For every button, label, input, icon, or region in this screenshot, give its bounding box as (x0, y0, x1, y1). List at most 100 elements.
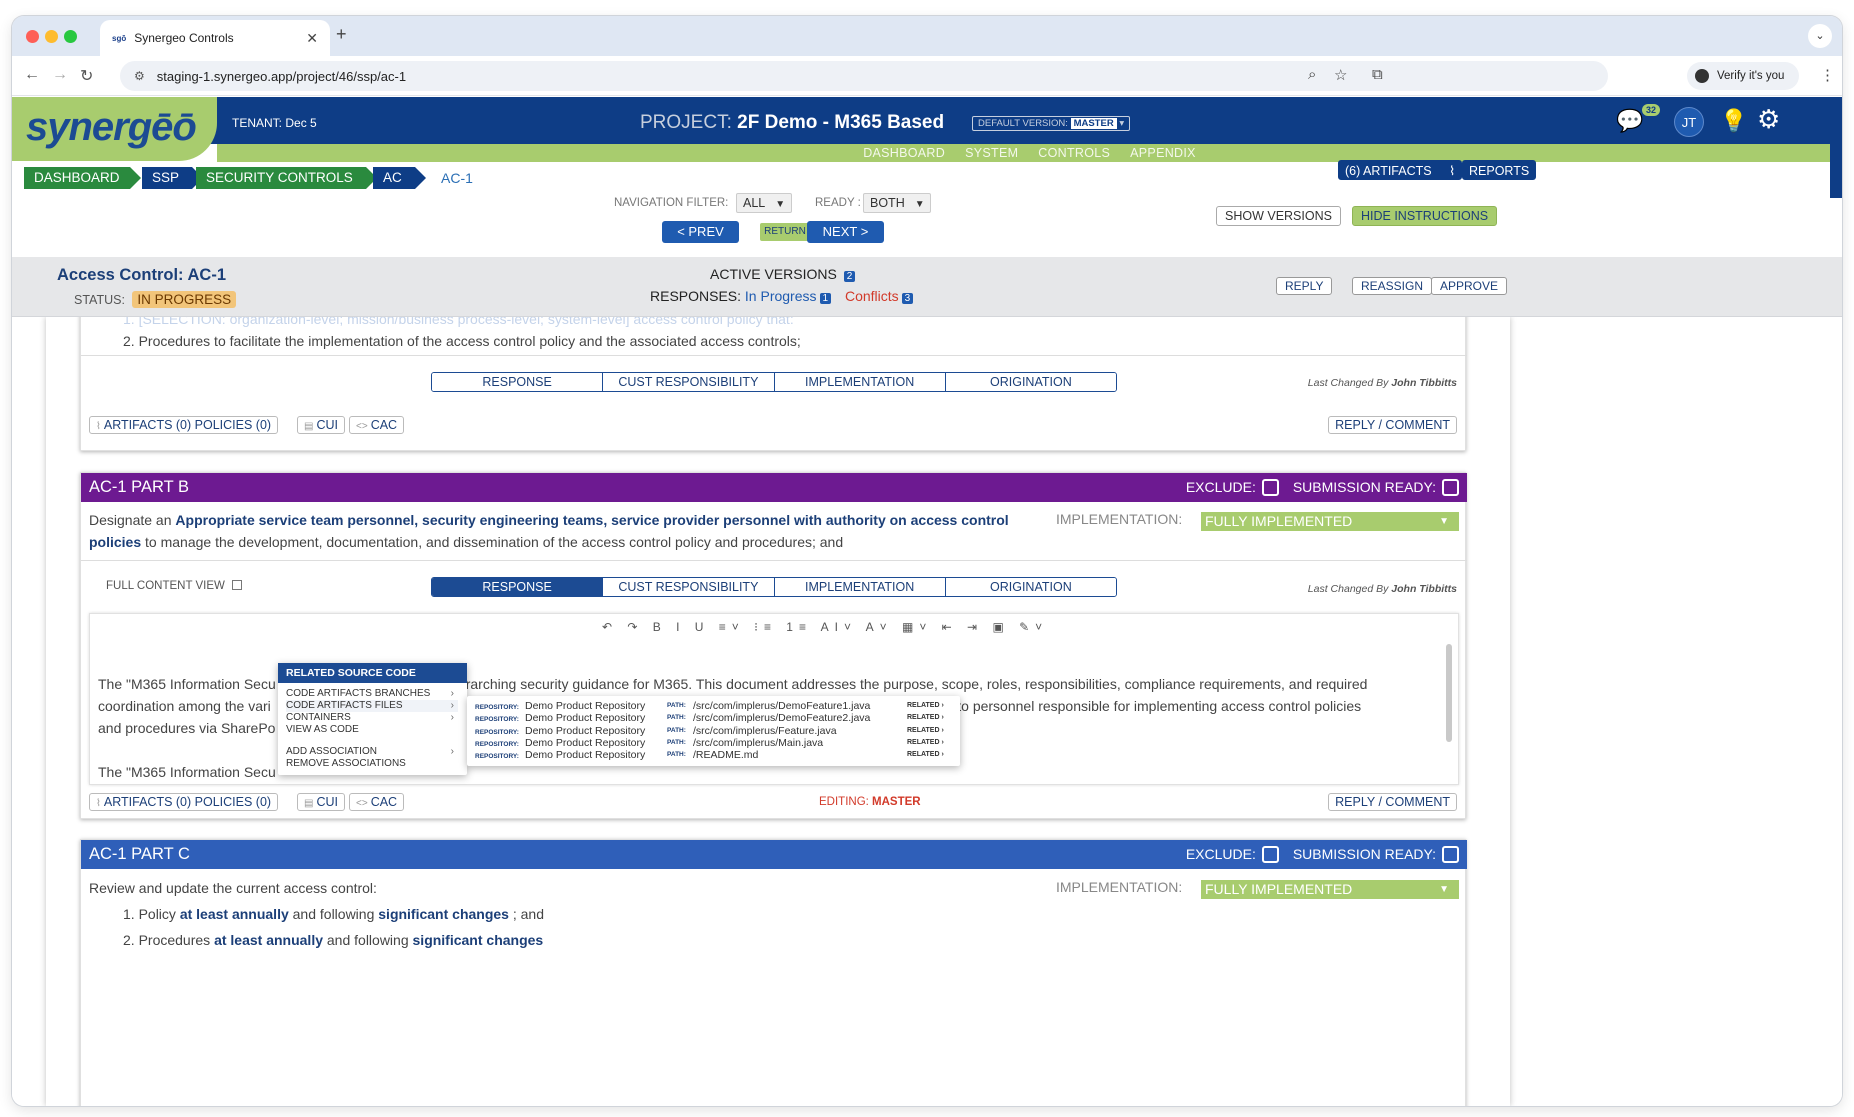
site-info-icon[interactable]: ⚙ (134, 69, 145, 83)
maximize-window-icon[interactable] (64, 30, 77, 43)
subnav-dashboard[interactable]: DASHBOARD (863, 144, 945, 162)
synergeo-logo[interactable]: synergēō (26, 105, 197, 150)
user-avatar[interactable]: JT (1674, 107, 1704, 137)
tab-origination[interactable]: ORIGINATION (945, 373, 1116, 391)
browser-tab[interactable]: sgō Synergeo Controls ✕ (100, 20, 330, 56)
event-parameter[interactable]: significant changes (413, 932, 544, 948)
tab-cust-responsibility[interactable]: CUST RESPONSIBILITY (603, 373, 775, 391)
gear-icon[interactable]: ⚙ (1757, 104, 1780, 135)
breadcrumb-ssp[interactable]: SSP (142, 167, 203, 189)
approve-button[interactable]: APPROVE (1431, 277, 1508, 295)
exclude-checkbox[interactable] (1261, 846, 1279, 863)
related-link[interactable]: RELATED › (907, 737, 944, 749)
close-window-icon[interactable] (26, 30, 39, 43)
reassign-button[interactable]: REASSIGN (1352, 277, 1433, 295)
related-link[interactable]: RELATED › (907, 725, 944, 737)
prev-button[interactable]: < PREV (662, 221, 739, 243)
browser-menu-icon[interactable]: ⋮ (1820, 66, 1835, 84)
hide-instructions-button[interactable]: HIDE INSTRUCTIONS (1352, 206, 1498, 226)
related-link[interactable]: RELATED › (907, 749, 944, 761)
tab-response[interactable]: RESPONSE (432, 578, 604, 596)
subnav-controls[interactable]: CONTROLS (1038, 144, 1110, 162)
menu-item-remove-associations[interactable]: REMOVE ASSOCIATIONS (286, 758, 458, 770)
cui-chip[interactable]: ▤ CUI (297, 793, 345, 811)
breadcrumb-ac[interactable]: AC (373, 167, 426, 189)
tab-response[interactable]: RESPONSE (432, 373, 604, 391)
exclude-label: EXCLUDE: (1185, 479, 1256, 495)
full-content-view-checkbox[interactable] (232, 580, 243, 590)
artifacts-policies-chip[interactable]: ⌇ ARTIFACTS (0) POLICIES (0) (89, 793, 279, 811)
path-label: PATH: (667, 739, 686, 746)
tab-implementation[interactable]: IMPLEMENTATION (774, 373, 946, 391)
ready-select[interactable]: BOTH ▼ (863, 193, 931, 213)
related-link[interactable]: RELATED › (907, 700, 944, 712)
show-versions-button[interactable]: SHOW VERSIONS (1216, 206, 1341, 226)
browser-window: sgō Synergeo Controls ✕ + ⌄ ← → ↻ ⚙ stag… (12, 16, 1842, 1106)
address-bar[interactable]: ⚙ staging-1.synergeo.app/project/46/ssp/… (120, 61, 1608, 91)
reply-comment-button[interactable]: REPLY / COMMENT (1328, 793, 1457, 811)
return-button[interactable]: RETURN (760, 223, 810, 241)
zoom-icon[interactable]: ⌕ (1308, 66, 1316, 83)
active-versions-count: 2 (843, 271, 856, 282)
frequency-parameter[interactable]: at least annually (180, 906, 289, 922)
frequency-parameter[interactable]: at least annually (214, 932, 323, 948)
file-row[interactable]: REPOSITORY: Demo Product Repository PATH: /… (475, 700, 955, 712)
subnav-appendix[interactable]: APPENDIX (1130, 144, 1196, 162)
cac-label: CAC (370, 795, 398, 809)
implementation-select[interactable]: FULLY IMPLEMENTED ▼ (1201, 880, 1459, 899)
menu-item-view-as-code[interactable]: VIEW AS CODE (286, 724, 458, 736)
tab-search-icon[interactable]: ⌄ (1808, 24, 1832, 48)
default-version-select[interactable]: DEFAULT VERSION: MASTER ▾ (972, 116, 1131, 131)
in-progress-link[interactable]: In Progress (745, 288, 817, 304)
menu-item-containers[interactable]: CONTAINERS › (286, 712, 458, 724)
extensions-icon[interactable]: ⧉ (1372, 66, 1383, 83)
menu-item-code-artifacts-branches[interactable]: CODE ARTIFACTS BRANCHES › (286, 688, 458, 700)
event-parameter[interactable]: significant changes (378, 906, 509, 922)
submission-ready-checkbox[interactable] (1442, 479, 1459, 496)
file-row[interactable]: REPOSITORY: Demo Product Repository PATH: /… (475, 725, 955, 737)
chat-icon[interactable]: 💬 (1616, 108, 1643, 134)
bookmark-star-icon[interactable]: ☆ (1334, 66, 1347, 84)
navigation-filter-select[interactable]: ALL ▼ (736, 193, 792, 213)
menu-item-label: ADD ASSOCIATION (286, 746, 377, 757)
reply-button[interactable]: REPLY (1276, 277, 1333, 295)
reply-comment-button[interactable]: REPLY / COMMENT (1328, 416, 1457, 434)
file-row[interactable]: REPOSITORY: Demo Product Repository PATH: /… (475, 737, 955, 749)
reports-button[interactable]: REPORTS (1462, 160, 1537, 180)
breadcrumb-dashboard[interactable]: DASHBOARD (24, 167, 141, 189)
cui-chip[interactable]: ▤ CUI (297, 416, 345, 434)
subnav-system[interactable]: SYSTEM (965, 144, 1018, 162)
tab-cust-responsibility[interactable]: CUST RESPONSIBILITY (603, 578, 775, 596)
minimize-window-icon[interactable] (45, 30, 58, 43)
back-icon[interactable]: ← (24, 66, 40, 84)
active-versions[interactable]: ACTIVE VERSIONS 2 (710, 266, 856, 282)
cac-chip[interactable]: <> CAC (349, 793, 405, 811)
artifacts-button[interactable]: (6) ARTIFACTS ⌇ (1338, 160, 1463, 180)
file-row[interactable]: REPOSITORY: Demo Product Repository PATH: /… (475, 749, 955, 761)
tab-implementation[interactable]: IMPLEMENTATION (774, 578, 946, 596)
conflicts-link[interactable]: Conflicts (845, 288, 899, 304)
cac-chip[interactable]: <> CAC (349, 416, 405, 434)
tab-origination[interactable]: ORIGINATION (945, 578, 1116, 596)
close-tab-icon[interactable]: ✕ (306, 30, 318, 47)
related-link[interactable]: RELATED › (907, 712, 944, 724)
reload-icon[interactable]: ↻ (80, 66, 93, 86)
breadcrumb-security-controls[interactable]: SECURITY CONTROLS (196, 167, 377, 189)
menu-item-code-artifacts-files[interactable]: CODE ARTIFACTS FILES › (286, 700, 458, 712)
implementation-select[interactable]: FULLY IMPLEMENTED ▼ (1201, 512, 1459, 531)
submission-ready-checkbox[interactable] (1442, 846, 1459, 863)
new-tab-icon[interactable]: + (336, 24, 347, 45)
full-content-view-toggle[interactable]: FULL CONTENT VIEW (106, 580, 243, 592)
file-row[interactable]: REPOSITORY: Demo Product Repository PATH: /… (475, 712, 955, 724)
next-button[interactable]: NEXT > (807, 221, 884, 243)
responses-summary: RESPONSES: In Progress 1 Conflicts 3 (650, 288, 914, 304)
profile-verify-button[interactable]: Verify it's you (1687, 62, 1799, 90)
editor-toolbar[interactable]: ↶ ↷ B I U ≡˅ ⁝≡ 1≡ AI˅ A˅ ▦˅ ⇤ ⇥ ▣ ✎˅ (602, 620, 1048, 634)
lightbulb-icon[interactable]: 💡 (1720, 108, 1747, 134)
artifacts-policies-chip[interactable]: ⌇ ARTIFACTS (0) POLICIES (0) (89, 416, 279, 434)
editor-scrollbar[interactable] (1446, 644, 1452, 742)
forward-icon[interactable]: → (52, 66, 68, 84)
exclude-checkbox[interactable] (1261, 479, 1279, 496)
menu-item-add-association[interactable]: ADD ASSOCIATION › (286, 746, 458, 758)
menu-item-label: CODE ARTIFACTS FILES (286, 700, 403, 711)
